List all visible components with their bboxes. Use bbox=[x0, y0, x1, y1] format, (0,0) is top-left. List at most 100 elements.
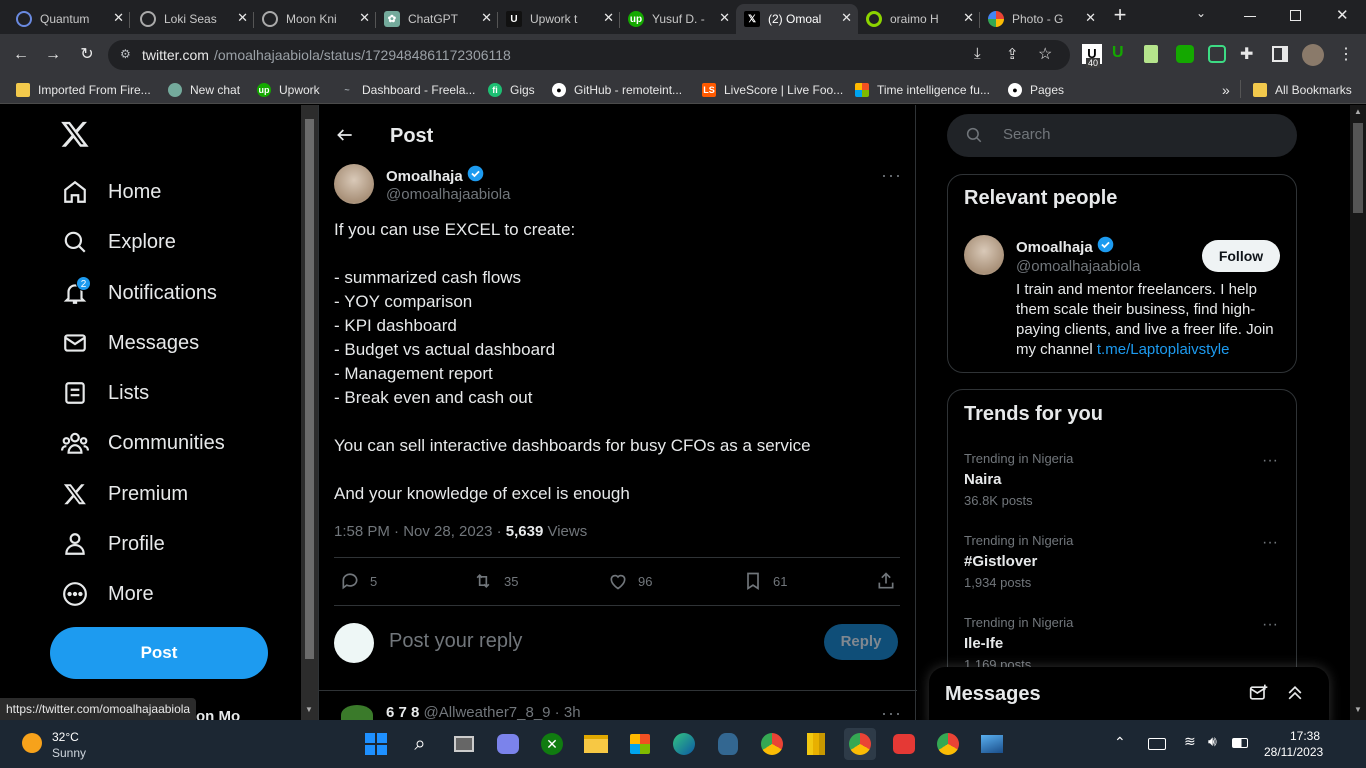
windows-start-icon[interactable] bbox=[360, 728, 392, 760]
back-icon[interactable]: ← bbox=[10, 44, 32, 66]
expand-icon[interactable] bbox=[1285, 683, 1305, 708]
bookmark-star-icon[interactable]: ☆ bbox=[1038, 44, 1052, 64]
author-avatar[interactable] bbox=[334, 164, 374, 204]
like-action[interactable]: 96 bbox=[608, 571, 652, 591]
close-icon[interactable]: ✕ bbox=[481, 10, 492, 26]
browser-tab[interactable]: up Yusuf D. - ✕ bbox=[620, 4, 736, 34]
author-name[interactable]: Omoalhaja bbox=[386, 168, 463, 185]
menu-icon[interactable]: ⋮ bbox=[1338, 44, 1354, 64]
reload-icon[interactable]: ↻ bbox=[76, 44, 98, 66]
reply-author-name[interactable]: 6 7 8 bbox=[386, 704, 419, 720]
forward-icon[interactable]: → bbox=[42, 44, 64, 66]
sun-icon[interactable] bbox=[22, 733, 42, 753]
clock-time[interactable]: 17:38 bbox=[1290, 729, 1320, 743]
weather-temp[interactable]: 32°C bbox=[52, 730, 79, 744]
battery-icon[interactable] bbox=[1232, 738, 1248, 748]
browser-tab[interactable]: Loki Seas ✕ bbox=[132, 4, 254, 34]
bookmark-item[interactable]: ● Pages bbox=[1008, 80, 1064, 100]
messages-drawer[interactable]: Messages bbox=[929, 667, 1329, 720]
microsoft-store-icon[interactable] bbox=[624, 728, 656, 760]
browser-tab[interactable]: ✿ ChatGPT ✕ bbox=[376, 4, 498, 34]
nav-more[interactable]: More bbox=[60, 574, 154, 614]
tab-search-icon[interactable]: ⌄ bbox=[1196, 6, 1206, 20]
bookmark-item[interactable]: up Upwork bbox=[257, 80, 320, 100]
more-options-icon[interactable]: ··· bbox=[1262, 452, 1278, 470]
bio-link[interactable]: t.me/Laptoplaivstyle bbox=[1097, 341, 1230, 358]
chrome-active-icon[interactable] bbox=[844, 728, 876, 760]
more-options-icon[interactable]: ··· bbox=[1262, 534, 1278, 552]
nav-notifications[interactable]: 2 Notifications bbox=[60, 273, 217, 313]
person-handle[interactable]: @omoalhajaabiola bbox=[1016, 258, 1140, 275]
browser-tab[interactable]: Moon Kni ✕ bbox=[254, 4, 376, 34]
share-action[interactable] bbox=[876, 571, 906, 591]
scroll-down-icon[interactable]: ▼ bbox=[1354, 705, 1362, 714]
address-bar[interactable]: ⚙ twitter.com /omoalhajaabiola/status/17… bbox=[108, 40, 1070, 70]
upwork-extension-icon[interactable]: U bbox=[1112, 44, 1124, 62]
more-options-icon[interactable]: ··· bbox=[1262, 616, 1278, 634]
close-icon[interactable]: ✕ bbox=[841, 10, 852, 26]
minimize-icon[interactable] bbox=[1244, 16, 1256, 17]
side-panel-icon[interactable] bbox=[1272, 46, 1288, 62]
nav-lists[interactable]: Lists bbox=[60, 373, 149, 413]
share-icon[interactable]: ⇪ bbox=[1006, 45, 1019, 63]
person-avatar[interactable] bbox=[964, 235, 1004, 275]
volume-icon[interactable]: 🔊︎ bbox=[1208, 733, 1217, 750]
person-name-row[interactable]: Omoalhaja bbox=[1016, 236, 1114, 258]
bookmark-action[interactable]: 61 bbox=[743, 571, 787, 591]
back-arrow-icon[interactable] bbox=[335, 125, 355, 150]
more-bookmarks-icon[interactable]: » bbox=[1222, 80, 1230, 100]
bookmark-item[interactable]: Time intelligence fu... bbox=[855, 80, 990, 100]
upwork-ext2-icon[interactable] bbox=[1176, 45, 1194, 63]
more-options-icon[interactable]: ··· bbox=[881, 703, 902, 720]
my-avatar[interactable] bbox=[334, 623, 374, 663]
restore-icon[interactable] bbox=[1290, 10, 1301, 21]
extensions-puzzle-icon[interactable]: ✚ bbox=[1240, 44, 1253, 64]
close-icon[interactable]: ✕ bbox=[1085, 10, 1096, 26]
edge-icon[interactable] bbox=[668, 728, 700, 760]
trend-item[interactable]: Trending in Nigeria #Gistlover 1,934 pos… bbox=[948, 524, 1296, 606]
photos-icon[interactable] bbox=[976, 728, 1008, 760]
more-options-icon[interactable]: ··· bbox=[881, 165, 902, 186]
page-scrollbar[interactable]: ▲ ▼ bbox=[1350, 105, 1366, 720]
sidebar-scrollbar[interactable]: ▼ bbox=[301, 105, 318, 720]
reply-action[interactable]: 5 bbox=[340, 571, 377, 591]
bookmark-folder[interactable]: Imported From Fire... bbox=[16, 80, 151, 100]
browser-tab[interactable]: U Upwork t ✕ bbox=[498, 4, 620, 34]
reply-button[interactable]: Reply bbox=[824, 624, 898, 660]
xbox-icon[interactable]: ✕ bbox=[536, 728, 568, 760]
close-icon[interactable]: ✕ bbox=[237, 10, 248, 26]
close-icon[interactable]: ✕ bbox=[603, 10, 614, 26]
trend-item[interactable]: Trending in Nigeria Naira 36.8K posts ··… bbox=[948, 442, 1296, 524]
install-icon[interactable]: ⤓ bbox=[974, 45, 981, 62]
file-explorer-icon[interactable] bbox=[580, 728, 612, 760]
new-tab-button[interactable]: + bbox=[1108, 4, 1132, 28]
nav-explore[interactable]: Explore bbox=[60, 222, 176, 262]
person-name[interactable]: Omoalhaja bbox=[1016, 239, 1093, 256]
all-bookmarks[interactable]: All Bookmarks bbox=[1253, 80, 1352, 100]
keyboard-icon[interactable] bbox=[1148, 738, 1166, 750]
close-icon[interactable]: ✕ bbox=[719, 10, 730, 26]
clipboard-extension-icon[interactable] bbox=[1144, 45, 1158, 63]
repost-action[interactable]: 35 bbox=[472, 571, 518, 591]
tracker-extension-icon[interactable] bbox=[1208, 45, 1226, 63]
close-icon[interactable]: ✕ bbox=[113, 10, 124, 26]
site-info-icon[interactable]: ⚙ bbox=[120, 47, 131, 61]
browser-tab-active[interactable]: 𝕏 (2) Omoal ✕ bbox=[736, 4, 858, 34]
nav-premium[interactable]: Premium bbox=[60, 474, 188, 514]
scrollbar-thumb[interactable] bbox=[1353, 123, 1363, 213]
bookmark-item[interactable]: LS LiveScore | Live Foo... bbox=[702, 80, 843, 100]
weather-status[interactable]: Sunny bbox=[52, 746, 86, 760]
profile-avatar[interactable] bbox=[1302, 44, 1324, 66]
x-logo-icon[interactable] bbox=[60, 119, 90, 154]
nav-messages[interactable]: Messages bbox=[60, 323, 199, 363]
power-bi-icon[interactable] bbox=[800, 728, 832, 760]
close-window-icon[interactable]: ✕ bbox=[1336, 6, 1349, 24]
scrollbar-thumb[interactable] bbox=[305, 119, 314, 659]
scroll-up-icon[interactable]: ▲ bbox=[1354, 107, 1362, 116]
chrome-icon[interactable] bbox=[756, 728, 788, 760]
show-hidden-icons[interactable]: ⌃ bbox=[1114, 734, 1126, 751]
author-handle[interactable]: @omoalhajaabiola bbox=[386, 186, 510, 203]
author-name-row[interactable]: Omoalhaja bbox=[386, 165, 484, 187]
task-view-icon[interactable] bbox=[448, 728, 480, 760]
bookmark-item[interactable]: New chat bbox=[168, 80, 240, 100]
